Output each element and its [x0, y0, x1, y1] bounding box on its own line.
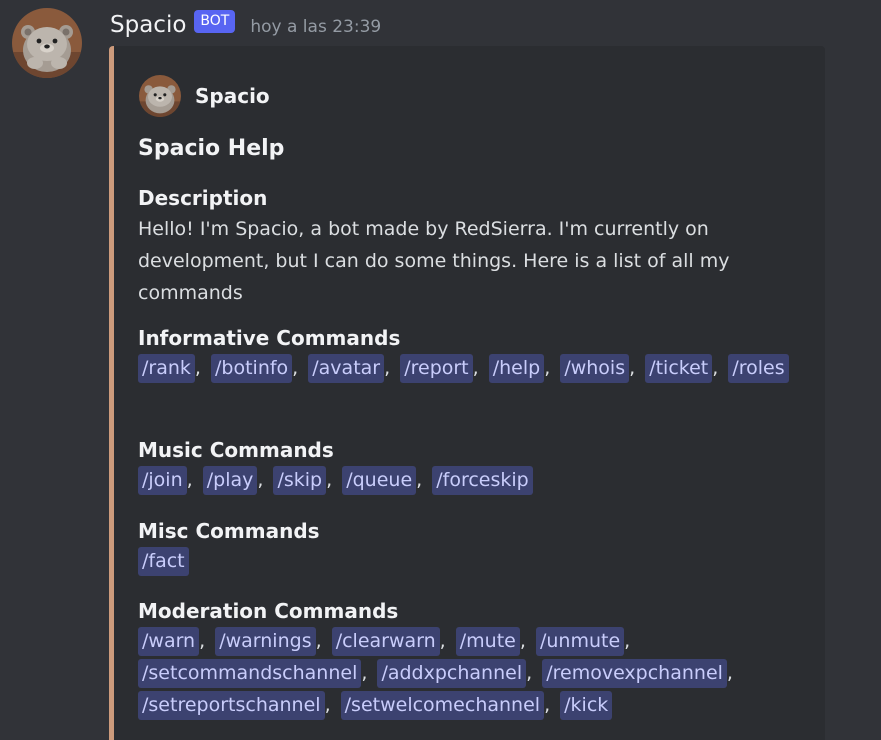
- command-rank[interactable]: /rank: [138, 354, 195, 383]
- command-separator: ,: [199, 630, 212, 652]
- command-separator: ,: [712, 357, 725, 379]
- bot-tag: BOT: [194, 9, 236, 33]
- command-addxpchannel[interactable]: /addxpchannel: [377, 659, 527, 688]
- help-embed: Spacio Spacio Help Description Hello! I'…: [109, 46, 825, 740]
- command-separator: ,: [292, 357, 305, 379]
- command-queue[interactable]: /queue: [342, 466, 417, 495]
- command-list-misc: /fact: [138, 545, 798, 577]
- command-separator: ,: [257, 469, 270, 491]
- command-separator: ,: [439, 630, 452, 652]
- command-help[interactable]: /help: [488, 354, 545, 383]
- field-misc-label: Misc Commands: [138, 519, 320, 543]
- polar-bear-avatar-icon: [139, 75, 181, 117]
- command-separator: ,: [361, 662, 374, 684]
- field-informative: Informative Commands /rank, /botinfo, /a…: [138, 324, 798, 384]
- embed-author: Spacio: [139, 75, 270, 117]
- field-misc: Misc Commands /fact: [138, 517, 798, 577]
- command-separator: ,: [416, 469, 429, 491]
- field-moderation-label: Moderation Commands: [138, 599, 399, 623]
- command-report[interactable]: /report: [400, 354, 473, 383]
- command-clearwarn[interactable]: /clearwarn: [331, 627, 440, 656]
- field-music-label: Music Commands: [138, 438, 334, 462]
- message-timestamp[interactable]: hoy a las 23:39: [250, 17, 381, 37]
- command-botinfo[interactable]: /botinfo: [211, 354, 293, 383]
- chat-message: Spacio BOT hoy a las 23:39 Spacio Spacio…: [0, 0, 881, 740]
- command-kick[interactable]: /kick: [560, 691, 613, 720]
- command-separator: ,: [544, 357, 557, 379]
- command-separator: ,: [384, 357, 397, 379]
- field-description-text: Hello! I'm Spacio, a bot made by RedSier…: [138, 218, 730, 304]
- command-list-informative: /rank, /botinfo, /avatar, /report, /help…: [138, 352, 798, 384]
- command-separator: ,: [519, 630, 532, 652]
- command-list-moderation: /warn, /warnings, /clearwarn, /mute, /un…: [138, 625, 798, 721]
- command-separator: ,: [624, 630, 631, 652]
- field-description-label: Description: [138, 186, 268, 210]
- command-fact[interactable]: /fact: [138, 547, 189, 576]
- command-separator: ,: [544, 694, 557, 716]
- command-separator: ,: [472, 357, 485, 379]
- command-separator: ,: [194, 357, 207, 379]
- command-join[interactable]: /join: [138, 466, 187, 495]
- field-informative-label: Informative Commands: [138, 326, 401, 350]
- message-header: Spacio BOT hoy a las 23:39: [110, 8, 381, 42]
- command-warnings[interactable]: /warnings: [215, 627, 316, 656]
- command-roles[interactable]: /roles: [728, 354, 789, 383]
- command-whois[interactable]: /whois: [560, 354, 630, 383]
- command-setcommandschannel[interactable]: /setcommandschannel: [138, 659, 362, 688]
- command-skip[interactable]: /skip: [273, 466, 327, 495]
- embed-title: Spacio Help: [138, 136, 285, 161]
- embed-author-name: Spacio: [195, 84, 270, 108]
- command-separator: ,: [326, 469, 339, 491]
- command-separator: ,: [315, 630, 328, 652]
- command-separator: ,: [726, 662, 733, 684]
- command-separator: ,: [629, 357, 642, 379]
- command-separator: ,: [526, 662, 539, 684]
- command-list-music: /join, /play, /skip, /queue, /forceskip: [138, 464, 798, 496]
- field-description: Description Hello! I'm Spacio, a bot mad…: [138, 184, 798, 309]
- command-setwelcomechannel[interactable]: /setwelcomechannel: [340, 691, 545, 720]
- embed-author-avatar: [139, 75, 181, 117]
- command-warn[interactable]: /warn: [138, 627, 200, 656]
- command-separator: ,: [186, 469, 199, 491]
- command-removexpchannel[interactable]: /removexpchannel: [542, 659, 727, 688]
- polar-bear-avatar-icon: [12, 8, 82, 78]
- field-moderation: Moderation Commands /warn, /warnings, /c…: [138, 597, 798, 721]
- command-unmute[interactable]: /unmute: [535, 627, 625, 656]
- command-play[interactable]: /play: [202, 466, 258, 495]
- command-ticket[interactable]: /ticket: [645, 354, 713, 383]
- command-mute[interactable]: /mute: [455, 627, 520, 656]
- username[interactable]: Spacio: [110, 12, 186, 38]
- bot-avatar[interactable]: [12, 8, 82, 78]
- command-setreportschannel[interactable]: /setreportschannel: [138, 691, 325, 720]
- field-music: Music Commands /join, /play, /skip, /que…: [138, 436, 798, 496]
- command-forceskip[interactable]: /forceskip: [432, 466, 533, 495]
- command-separator: ,: [324, 694, 337, 716]
- command-avatar[interactable]: /avatar: [308, 354, 385, 383]
